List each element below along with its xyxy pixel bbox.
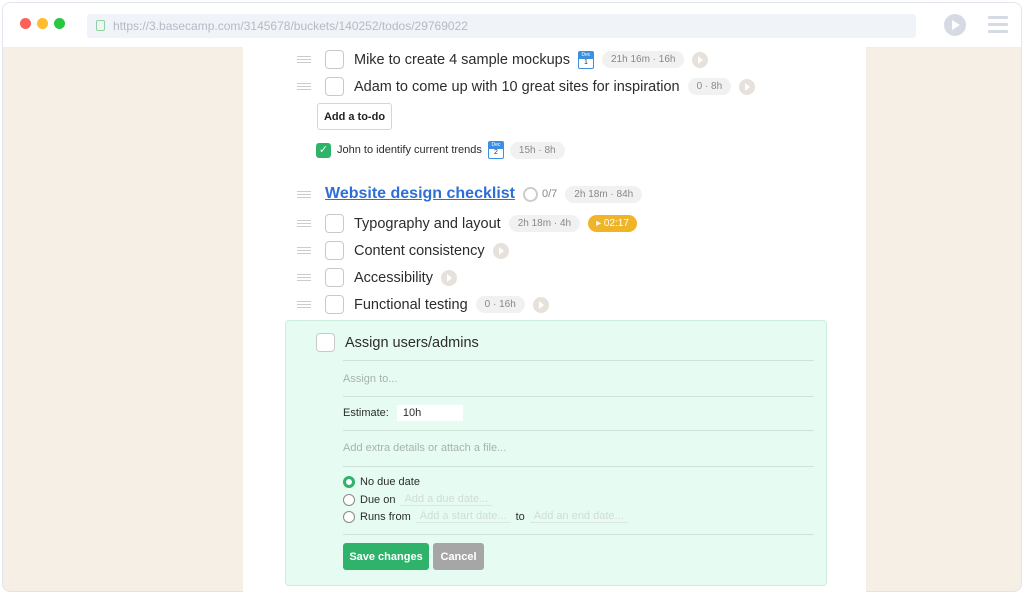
start-timer-icon[interactable] — [532, 296, 549, 313]
todo-title-input[interactable]: Assign users/admins — [345, 335, 479, 351]
progress-ring-icon — [523, 186, 538, 202]
assign-to-input[interactable]: Assign to... — [343, 373, 397, 385]
start-date-input[interactable]: Add a start date... — [415, 510, 511, 523]
todo-item: Typography and layout 2h 18m · 4h ▸ 02:1… — [297, 214, 637, 233]
todo-checkbox[interactable] — [325, 77, 344, 96]
todo-label[interactable]: Functional testing — [354, 297, 468, 313]
radio[interactable] — [343, 493, 355, 506]
radio-label: Runs from — [360, 510, 411, 523]
calendar-icon: Dec 2 — [487, 141, 504, 159]
checked-checkbox[interactable]: ✓ — [316, 142, 331, 158]
play-icon[interactable] — [944, 14, 966, 36]
maximize-window-button[interactable] — [54, 18, 65, 29]
due-date-input[interactable]: Add a due date... — [400, 493, 493, 506]
todo-checkbox[interactable] — [325, 241, 344, 260]
browser-toolbar: https://3.basecamp.com/3145678/buckets/1… — [3, 3, 1021, 48]
cal-month: Dec — [488, 142, 503, 149]
start-timer-icon[interactable] — [739, 78, 756, 95]
time-badge: 0 · 8h — [687, 78, 732, 95]
no-due-date-option[interactable]: No due date — [343, 476, 420, 488]
details-input[interactable]: Add extra details or attach a file... — [343, 442, 506, 454]
cal-month: Dec — [578, 51, 593, 59]
todo-label[interactable]: Adam to come up with 10 great sites for … — [354, 79, 680, 95]
edit-title-row: Assign users/admins — [316, 333, 479, 352]
todo-item: Functional testing 0 · 16h — [297, 295, 549, 314]
url-text: https://3.basecamp.com/3145678/buckets/1… — [113, 19, 468, 33]
todo-checkbox[interactable] — [325, 295, 344, 314]
todo-label[interactable]: John to identify current trends — [337, 144, 482, 156]
time-badge: 2h 18m · 4h — [508, 215, 581, 232]
radio-label: No due date — [360, 476, 420, 488]
address-bar[interactable]: https://3.basecamp.com/3145678/buckets/1… — [87, 14, 916, 38]
drag-handle-icon[interactable] — [297, 56, 311, 63]
start-timer-icon[interactable] — [692, 51, 709, 68]
todo-checkbox[interactable] — [325, 50, 344, 69]
calendar-icon: Dec 1 — [577, 50, 594, 69]
cancel-button[interactable]: Cancel — [433, 543, 484, 570]
todo-checkbox[interactable] — [325, 268, 344, 287]
add-todo-button[interactable]: Add a to-do — [317, 103, 392, 130]
timer-value: 02:17 — [603, 218, 629, 229]
drag-handle-icon[interactable] — [297, 274, 311, 281]
time-badge: 2h 18m · 84h — [565, 185, 643, 203]
lock-icon — [96, 20, 105, 31]
todo-edit-form: Assign users/admins Assign to... Estimat… — [285, 320, 827, 586]
todo-item: Mike to create 4 sample mockups Dec 1 21h… — [297, 50, 709, 69]
todo-item: Adam to come up with 10 great sites for … — [297, 77, 756, 96]
todo-label[interactable]: Typography and layout — [354, 216, 501, 232]
drag-handle-icon[interactable] — [297, 83, 311, 90]
radio[interactable] — [343, 510, 355, 523]
save-changes-button[interactable]: Save changes — [343, 543, 429, 570]
to-label: to — [515, 510, 525, 523]
hamburger-menu-icon[interactable] — [988, 16, 1008, 37]
close-window-button[interactable] — [20, 18, 31, 29]
time-badge: 21h 16m · 16h — [601, 51, 685, 68]
checklist-header: Website design checklist 0/7 2h 18m · 84… — [297, 185, 643, 203]
minimize-window-button[interactable] — [37, 18, 48, 29]
todo-label[interactable]: Content consistency — [354, 243, 485, 259]
todo-item: Content consistency — [297, 241, 509, 260]
radio-label: Due on — [360, 493, 396, 506]
estimate-row: Estimate: 10h — [343, 405, 463, 421]
todo-label[interactable]: Accessibility — [354, 270, 433, 286]
checklist-title-link[interactable]: Website design checklist — [325, 185, 515, 203]
completed-todo-item: ✓ John to identify current trends Dec 2 1… — [316, 141, 565, 159]
start-timer-icon[interactable] — [492, 242, 509, 259]
cal-day: 1 — [584, 58, 588, 66]
drag-handle-icon[interactable] — [297, 247, 311, 254]
cal-day: 2 — [493, 149, 498, 156]
todo-label[interactable]: Mike to create 4 sample mockups — [354, 52, 570, 68]
running-timer-button[interactable]: ▸ 02:17 — [588, 215, 637, 232]
estimate-label: Estimate: — [343, 407, 389, 419]
time-badge: 0 · 16h — [475, 296, 525, 313]
estimate-input[interactable]: 10h — [396, 405, 463, 421]
drag-handle-icon[interactable] — [297, 220, 311, 227]
end-date-input[interactable]: Add an end date... — [529, 510, 628, 523]
todo-checkbox[interactable] — [325, 214, 344, 233]
runs-from-option[interactable]: Runs from Add a start date... to Add an end… — [343, 510, 628, 523]
progress-count: 0/7 — [542, 188, 558, 200]
todo-checkbox[interactable] — [316, 333, 335, 352]
todo-item: Accessibility — [297, 268, 457, 287]
drag-handle-icon[interactable] — [297, 301, 311, 308]
time-badge: 15h · 8h — [509, 141, 565, 159]
due-on-option[interactable]: Due on Add a due date... — [343, 493, 493, 506]
drag-handle-icon[interactable] — [297, 190, 311, 198]
radio-selected[interactable] — [343, 476, 355, 488]
start-timer-icon[interactable] — [440, 269, 457, 286]
